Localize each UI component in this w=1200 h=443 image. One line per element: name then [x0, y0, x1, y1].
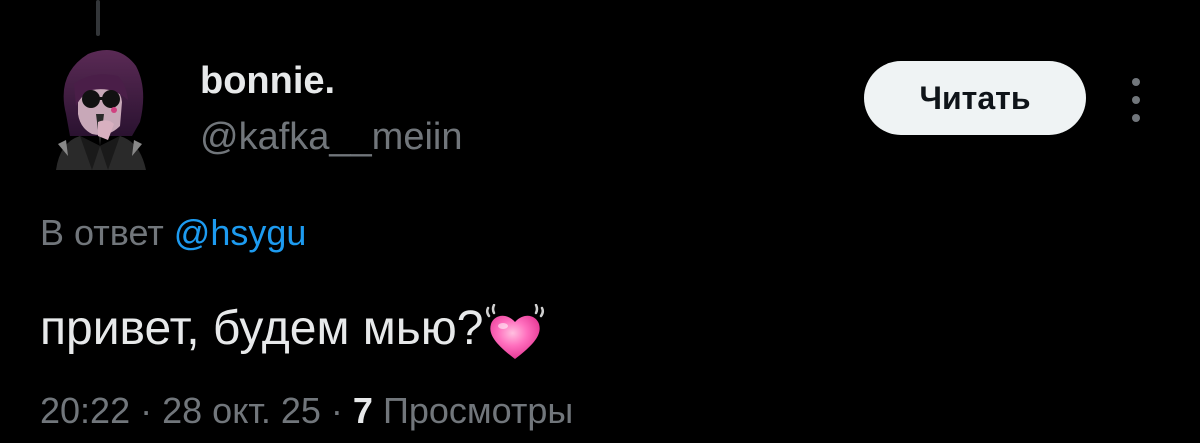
- reply-prefix: В ответ: [40, 212, 164, 253]
- reply-mention-link[interactable]: @hsygu: [174, 212, 307, 253]
- thread-connector-line: [96, 0, 100, 36]
- meta-separator: ·: [140, 390, 153, 431]
- growing-heart-emoji-icon: [486, 304, 545, 359]
- tweet-time[interactable]: 20:22: [40, 390, 130, 431]
- reply-context: В ответ @hsygu: [40, 213, 306, 253]
- avatar[interactable]: [48, 44, 152, 170]
- more-dot: [1132, 96, 1140, 104]
- meta-separator: ·: [330, 390, 343, 431]
- author-display-name[interactable]: bonnie.: [200, 62, 335, 100]
- tweet-text: привет, будем мью?: [40, 301, 484, 355]
- tweet-date[interactable]: 28 окт. 25: [162, 390, 321, 431]
- views-label: Просмотры: [382, 390, 574, 431]
- more-dot: [1132, 78, 1140, 86]
- follow-button[interactable]: Читать: [864, 61, 1086, 135]
- tweet-meta: 20:22 · 28 окт. 25 · 7 Просмотры: [40, 391, 573, 431]
- more-options-icon[interactable]: [1122, 78, 1150, 122]
- more-dot: [1132, 114, 1140, 122]
- author-handle[interactable]: @kafka__meiin: [200, 118, 462, 156]
- views-count: 7: [352, 390, 373, 431]
- tweet-body: привет, будем мью?: [40, 300, 545, 359]
